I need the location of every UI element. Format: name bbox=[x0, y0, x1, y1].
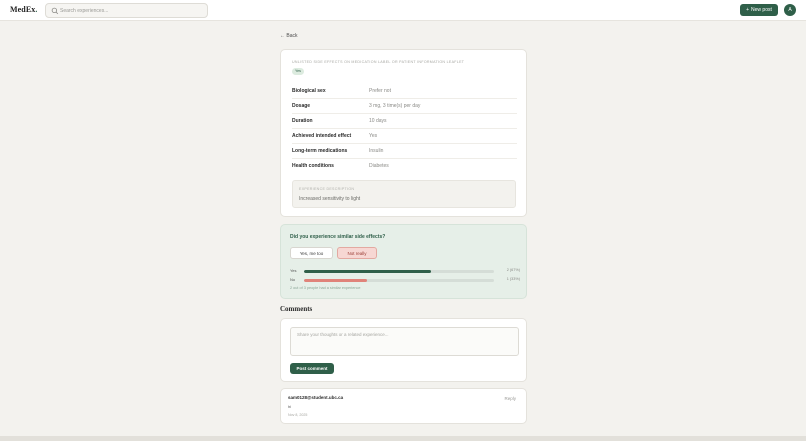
similar-effects-poll: Did you experience similar side effects?… bbox=[280, 224, 527, 299]
new-post-label: New post bbox=[751, 7, 772, 13]
avatar[interactable]: A bbox=[784, 4, 796, 16]
top-bar: MedEx. + New post A bbox=[0, 0, 806, 21]
plus-icon: + bbox=[746, 7, 750, 13]
description-heading: EXPERIENCE DESCRIPTION bbox=[299, 187, 355, 191]
bottom-edge bbox=[0, 436, 806, 441]
field-label: Health conditions bbox=[292, 163, 334, 169]
description-text: Increased sensitivity to light bbox=[299, 196, 361, 202]
search-icon bbox=[51, 7, 59, 15]
logo[interactable]: MedEx. bbox=[10, 5, 38, 14]
comment-item: sam0128@student.ubc.ca Reply hi Nov 8, 2… bbox=[280, 388, 527, 424]
comments-heading: Comments bbox=[280, 305, 313, 313]
comment-input[interactable] bbox=[290, 327, 519, 356]
logo-text: MedEx bbox=[10, 5, 36, 14]
field-label: Long-term medications bbox=[292, 148, 348, 154]
field-label: Dosage bbox=[292, 103, 311, 109]
result-track bbox=[304, 279, 494, 282]
poll-result-no: No 1 (33%) bbox=[290, 277, 520, 283]
comment-author: sam0128@student.ubc.ca bbox=[288, 395, 344, 400]
result-track bbox=[304, 270, 494, 273]
field-row: Dosage 3 mg, 3 time(s) per day bbox=[292, 99, 517, 114]
yes-me-too-button[interactable]: Yes, me too bbox=[290, 247, 333, 259]
field-row: Biological sex Prefer not bbox=[292, 84, 517, 99]
field-value: Yes bbox=[369, 133, 378, 139]
logo-dot: . bbox=[35, 5, 38, 14]
field-label: Achieved intended effect bbox=[292, 133, 352, 139]
status-badge: Yes bbox=[292, 68, 304, 75]
search-box[interactable] bbox=[45, 3, 208, 18]
poll-summary: 2 out of 3 people had a similar experien… bbox=[290, 286, 361, 290]
poll-question: Did you experience similar side effects? bbox=[290, 234, 386, 240]
comment-date: Nov 8, 2025 bbox=[288, 413, 308, 417]
comment-body: hi bbox=[288, 404, 292, 409]
field-row: Achieved intended effect Yes bbox=[292, 129, 517, 144]
post-comment-button[interactable]: Post comment bbox=[290, 363, 334, 374]
result-label: No bbox=[290, 277, 296, 282]
field-row: Duration 10 days bbox=[292, 114, 517, 129]
field-value: Insulin bbox=[369, 148, 384, 154]
field-row: Long-term medications Insulin bbox=[292, 144, 517, 159]
field-label: Biological sex bbox=[292, 88, 326, 94]
field-label: Duration bbox=[292, 118, 313, 124]
field-value: 10 days bbox=[369, 118, 387, 124]
field-value: Diabetes bbox=[369, 163, 389, 169]
result-label: Yes bbox=[290, 268, 297, 273]
result-fill-no bbox=[304, 279, 367, 282]
result-count: 2 (67%) bbox=[506, 268, 520, 272]
back-link[interactable]: ← Back bbox=[280, 33, 298, 39]
field-value: 3 mg, 3 time(s) per day bbox=[369, 103, 421, 109]
comment-form: Post comment bbox=[280, 318, 527, 382]
field-value: Prefer not bbox=[369, 88, 391, 94]
result-fill-yes bbox=[304, 270, 432, 273]
new-post-button[interactable]: + New post bbox=[740, 4, 778, 16]
reply-button[interactable]: Reply bbox=[504, 396, 516, 401]
search-input[interactable] bbox=[60, 5, 200, 17]
experience-description: EXPERIENCE DESCRIPTION Increased sensiti… bbox=[292, 180, 516, 208]
post-category: UNLISTED SIDE EFFECTS ON MEDICATION LABE… bbox=[292, 60, 465, 64]
post-detail-card: UNLISTED SIDE EFFECTS ON MEDICATION LABE… bbox=[280, 49, 527, 217]
poll-result-yes: Yes 2 (67%) bbox=[290, 268, 520, 274]
result-count: 1 (33%) bbox=[506, 277, 520, 281]
field-row: Health conditions Diabetes bbox=[292, 159, 517, 174]
not-really-button[interactable]: Not really bbox=[337, 247, 377, 259]
